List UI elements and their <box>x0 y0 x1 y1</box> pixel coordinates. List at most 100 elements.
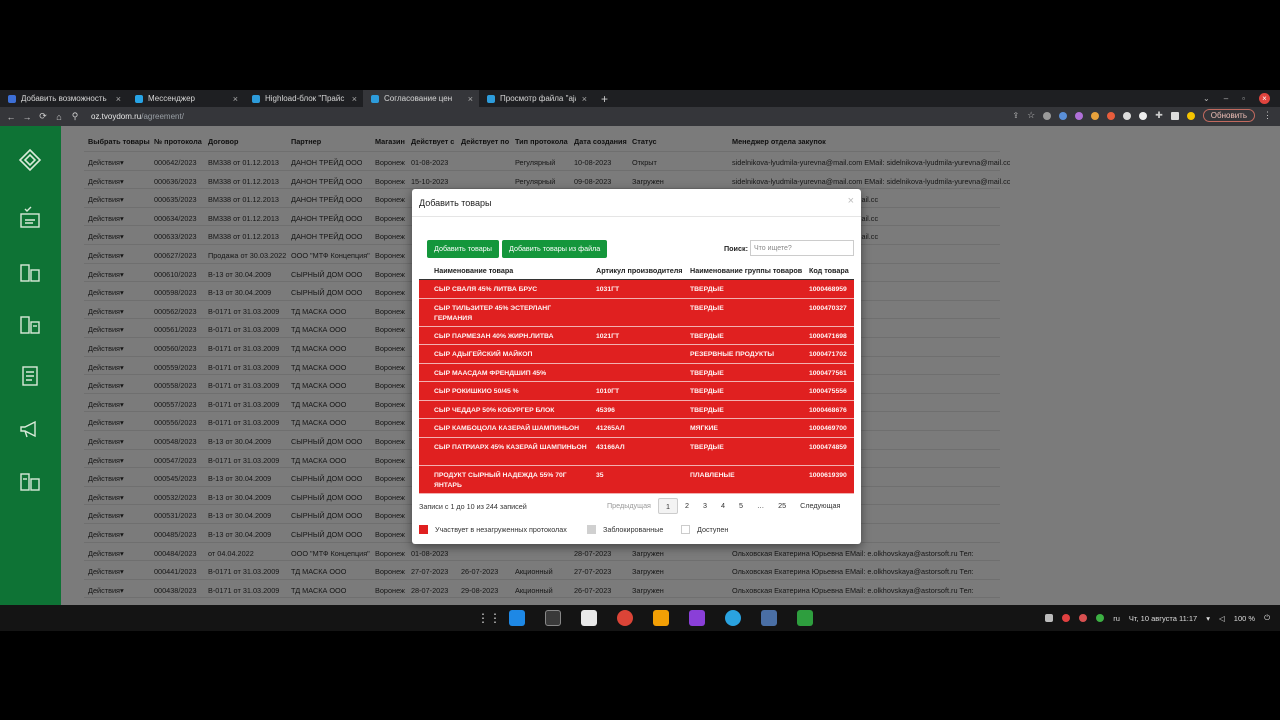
pager-prev[interactable]: Предыдущая <box>600 498 658 514</box>
record-icon[interactable] <box>1062 614 1071 622</box>
url-field[interactable]: oz.tvoydom.ru/agreement/ <box>91 112 184 121</box>
pager-page[interactable]: 1 <box>657 498 678 514</box>
warehouse-icon[interactable] <box>18 313 42 337</box>
actions-dropdown[interactable]: Действия▾ <box>88 270 124 279</box>
forward-arrow-icon[interactable]: → <box>19 112 35 122</box>
actions-dropdown[interactable]: Действия▾ <box>88 456 124 465</box>
app-grid-icon[interactable]: ⋮⋮ <box>477 611 501 625</box>
product-row[interactable]: СЫР ТИЛЬЗИТЕР 45% ЭСТЕРЛАНГ ГЕРМАНИЯ ТВЕР… <box>419 299 854 327</box>
restore-icon[interactable]: ▫ <box>1242 94 1245 103</box>
actions-dropdown[interactable]: Действия▾ <box>88 549 124 558</box>
tab-close-icon[interactable]: × <box>116 94 121 104</box>
back-arrow-icon[interactable]: ← <box>3 112 19 122</box>
browser-tab[interactable]: Мессенджер × <box>127 90 244 107</box>
tab-close-icon[interactable]: × <box>468 94 473 104</box>
update-button[interactable]: Обновить <box>1202 109 1255 122</box>
files-app-icon[interactable] <box>581 610 597 626</box>
tab-close-icon[interactable]: × <box>233 94 238 104</box>
app-indicator-icon[interactable] <box>1096 614 1105 622</box>
browser-tab[interactable]: Добавить возможность × <box>0 90 127 107</box>
document-icon[interactable] <box>18 364 42 388</box>
keyboard-layout[interactable]: ru <box>1113 614 1120 623</box>
table-row[interactable]: Действия▾ 000636/2023 BM338 от 01.12.2013 Д… <box>84 169 1010 189</box>
table-header-cell[interactable]: Статус <box>632 137 657 146</box>
extension-icon[interactable] <box>1091 111 1100 120</box>
extension-icon[interactable] <box>1075 111 1084 120</box>
sublime-app-icon[interactable] <box>653 610 669 626</box>
col-manufacturer-sku[interactable]: Артикул производителя <box>596 266 682 275</box>
tab-close-icon[interactable]: × <box>352 94 357 104</box>
table-header-cell[interactable]: Тип протокола <box>515 137 568 146</box>
wifi-icon[interactable]: ▾ <box>1206 614 1210 623</box>
product-row[interactable]: СЫР МААСДАМ ФРЕНДШИП 45% ТВЕРДЫЕ 100047756… <box>419 364 854 382</box>
product-row[interactable]: ПРОДУКТ СЫРНЫЙ НАДЕЖДА 55% 70Г ЯНТАРЬ 35 П… <box>419 466 854 494</box>
extension-icon[interactable] <box>1139 111 1148 120</box>
table-row[interactable]: Действия▾ 000484/2023 от 04.04.2022 ООО "МТ… <box>84 541 1000 561</box>
table-header-cell[interactable]: Менеджер отдела закупок <box>732 137 826 146</box>
tab-list-chevron-icon[interactable]: ⌄ <box>1203 94 1210 103</box>
add-products-from-file-button[interactable]: Добавить товары из файла <box>502 240 608 258</box>
product-row[interactable]: СЫР ЧЕДДАР 50% КОБУРГЕР БЛОК 45396 ТВЕРДЫЕ… <box>419 401 854 419</box>
actions-dropdown[interactable]: Действия▾ <box>88 493 124 502</box>
table-row[interactable]: Действия▾ 000441/2023 B-0171 от 31.03.2009… <box>84 560 1000 579</box>
search-input[interactable] <box>750 240 854 256</box>
col-product-code[interactable]: Код товара <box>809 266 849 275</box>
actions-dropdown[interactable]: Действия▾ <box>88 363 124 372</box>
minimize-icon[interactable]: – <box>1224 94 1228 103</box>
table-header-cell[interactable]: № протокола <box>154 137 202 146</box>
profile-avatar-icon[interactable] <box>1186 111 1195 120</box>
power-icon[interactable]: ⏻ <box>1264 613 1270 623</box>
actions-dropdown[interactable]: Действия▾ <box>88 474 124 483</box>
table-header-cell[interactable]: Партнер <box>291 137 321 146</box>
actions-dropdown[interactable]: Действия▾ <box>88 232 124 241</box>
modal-close-icon[interactable]: × <box>848 195 854 207</box>
actions-dropdown[interactable]: Действия▾ <box>88 158 124 167</box>
extension-icon[interactable] <box>1107 111 1116 120</box>
actions-dropdown[interactable]: Действия▾ <box>88 344 124 353</box>
boxes-icon[interactable] <box>18 261 42 285</box>
table-row[interactable]: Действия▾ 000438/2023 B-0171 от 31.03.2009… <box>84 578 1000 598</box>
browser-tab[interactable]: Highload-блок "Прайс д × <box>244 90 363 107</box>
logo-diamond-icon[interactable] <box>18 148 42 172</box>
pager-page[interactable]: 2 <box>678 498 696 514</box>
spreadsheet-app-icon[interactable] <box>797 610 813 626</box>
product-row[interactable]: СЫР ПАТРИАРХ 45% КАЗЕРАЙ ШАМПИНЬОН 43166А… <box>419 438 854 466</box>
table-header-cell[interactable]: Договор <box>208 137 238 146</box>
actions-dropdown[interactable]: Действия▾ <box>88 381 124 390</box>
megaphone-icon[interactable] <box>18 417 42 441</box>
table-row[interactable]: Действия▾ 000642/2023 BM338 от 01.12.2013 Д… <box>84 151 1010 170</box>
table-header-cell[interactable]: Магазин <box>375 137 405 146</box>
home-icon[interactable]: ⌂ <box>51 112 67 122</box>
skype-app-icon[interactable] <box>509 610 525 626</box>
pager-page[interactable]: 5 <box>732 498 750 514</box>
actions-dropdown[interactable]: Действия▾ <box>88 307 124 316</box>
tab-close-icon[interactable]: × <box>582 94 587 104</box>
menu-dots-icon[interactable]: ⋮ <box>1263 110 1272 121</box>
pager-page[interactable]: 3 <box>696 498 714 514</box>
window-close-button[interactable]: × <box>1259 93 1270 104</box>
share-icon[interactable]: ⇪ <box>1012 111 1019 120</box>
bookmark-star-icon[interactable]: ☆ <box>1027 110 1035 121</box>
col-product-name[interactable]: Наименование товара <box>434 266 513 275</box>
side-panel-icon[interactable] <box>1170 111 1179 120</box>
actions-dropdown[interactable]: Действия▾ <box>88 288 124 297</box>
volume-icon[interactable]: ◁ <box>1219 614 1225 623</box>
pager-next[interactable]: Следующая <box>793 498 847 514</box>
col-product-group[interactable]: Наименование группы товаров <box>690 266 802 275</box>
extension-icon[interactable] <box>1059 111 1068 120</box>
actions-dropdown[interactable]: Действия▾ <box>88 251 124 260</box>
stock-boxes-icon[interactable] <box>18 470 42 494</box>
actions-dropdown[interactable]: Действия▾ <box>88 214 124 223</box>
product-row[interactable]: СЫР АДЫГЕЙСКИЙ МАЙКОП РЕЗЕРВНЫЕ ПРОДУКТЫ 1… <box>419 345 854 364</box>
table-header-cell[interactable]: Выбрать товары <box>88 137 150 146</box>
product-row[interactable]: СЫР КАМБОЦОЛА КАЗЕРАЙ ШАМПИНЬОН 41265АЛ МЯ… <box>419 419 854 438</box>
checklist-box-icon[interactable] <box>18 206 42 230</box>
datetime[interactable]: Чт, 10 августа 11:17 <box>1129 614 1197 623</box>
table-header-cell[interactable]: Действует по <box>461 137 509 146</box>
telegram-app-icon[interactable] <box>725 610 741 626</box>
app-indicator-icon[interactable] <box>1079 614 1088 622</box>
battery-level[interactable]: 100 % <box>1234 614 1255 623</box>
table-header-cell[interactable]: Дата создания <box>574 137 627 146</box>
extension-icon[interactable] <box>1123 111 1132 120</box>
chrome-app-icon[interactable] <box>617 610 633 626</box>
